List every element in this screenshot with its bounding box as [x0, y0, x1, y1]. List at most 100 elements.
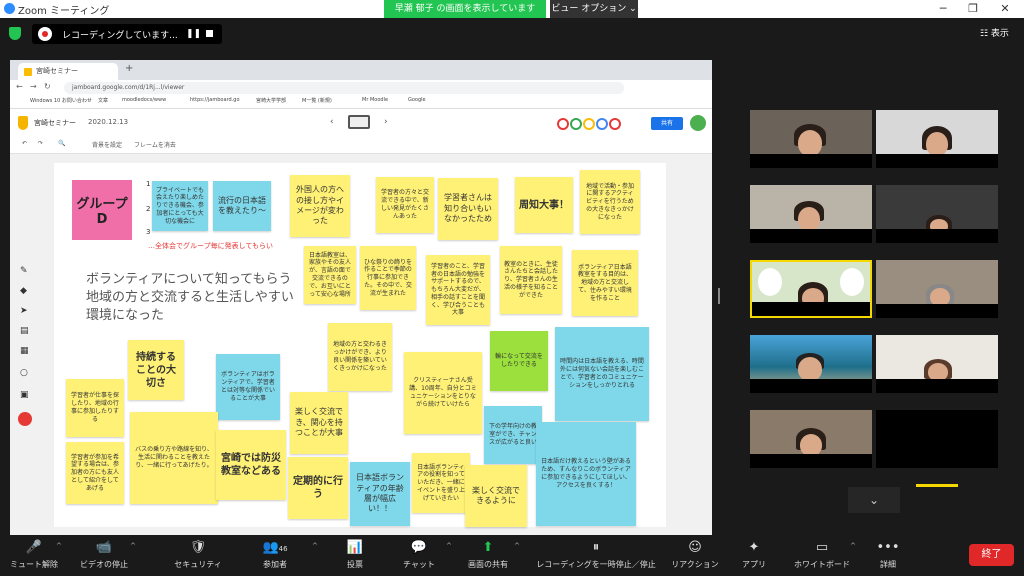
pause-stop-recording-button[interactable]: ⏸ レコーディングを一時停止／停止	[528, 540, 664, 570]
sticky-note[interactable]: バスの乗り方や路線を知り、生活に関わることを教えたり、一緒に行ってあげたり。	[130, 412, 218, 504]
zoom-icon[interactable]: 🔍	[58, 140, 65, 147]
encryption-shield-icon[interactable]	[9, 27, 21, 40]
scroll-participants-down-icon[interactable]: ⌄	[848, 487, 900, 513]
bookmark-item[interactable]: Mr Moodle	[362, 97, 388, 103]
reload-icon[interactable]: ↻	[44, 82, 51, 91]
sticky-note[interactable]: ひな祭りの飾りを作ることで季節の行事に参加できた。その中で、交流が生まれた	[360, 246, 416, 310]
sticky-note[interactable]: 地域で活動・参加に関するアクティビティを行うための大きなきっかけになった	[580, 170, 640, 234]
display-button[interactable]: ☷ 表示	[980, 26, 1009, 39]
sticky-note[interactable]: 下の学年向けの教室ができ、チャンスが広がると良い	[484, 406, 542, 464]
textbox-tool-icon[interactable]: ▣	[20, 390, 29, 400]
account-avatar[interactable]	[690, 115, 706, 131]
image-tool-icon[interactable]: ▦	[20, 346, 29, 356]
sticky-note[interactable]: 時間内は日本語を教える、時間外には何気ない会話を楽しむことで、学習者とのコミュニ…	[555, 327, 649, 421]
set-background-button[interactable]: 背景を設定	[92, 140, 122, 149]
security-button[interactable]: 🛡 セキュリティ	[168, 540, 228, 570]
sticky-note[interactable]: 学習者のこと、学習者の日本語の勉強をサポートするので、もちろん大変だが、相手の話…	[426, 255, 490, 325]
share-screen-button[interactable]: ⬆ 画面の共有	[460, 540, 516, 570]
share-caret-icon[interactable]: ^	[514, 542, 520, 550]
view-options-button[interactable]: ビュー オプション ⌄	[550, 0, 638, 18]
participant-video-tile[interactable]	[750, 185, 872, 243]
participant-video-tile[interactable]	[876, 110, 998, 168]
sticky-note[interactable]: クリスティーナさん受講、10周年、自分とコミュニケーションをとりながら続けていけ…	[404, 352, 482, 434]
select-tool-icon[interactable]: ➤	[20, 306, 28, 316]
whiteboard-button[interactable]: ▭ ホワイトボード	[790, 540, 854, 570]
sticky-note[interactable]: 日本語教室は、家族やその友人が、言語の面で交流できるので、お互いにとって安心な場…	[304, 246, 356, 304]
reactions-button[interactable]: ☺ リアクション	[668, 540, 722, 570]
group-label[interactable]: グループD	[72, 180, 132, 240]
sticky-note[interactable]: 輪になって交流をしたりできる	[490, 331, 548, 391]
eraser-tool-icon[interactable]: ◆	[20, 286, 27, 296]
maximize-button[interactable]: ❐	[958, 0, 988, 18]
chat-button[interactable]: 💬 チャット	[394, 540, 444, 570]
sticky-note[interactable]: 楽しく交流できるように	[465, 465, 527, 527]
next-frame-button[interactable]: ›	[384, 117, 388, 127]
close-window-button[interactable]: ✕	[990, 0, 1020, 18]
sticky-note[interactable]: 日本語ボランティアの年齢層が幅広い！！	[350, 462, 410, 526]
sticky-note[interactable]: 日本語ボランティアの役割を知っていただき、一緒にイベントを盛り上げていきたい	[412, 453, 470, 513]
bookmark-item[interactable]: moodledocs/www	[122, 97, 166, 103]
jamboard-title[interactable]: 宮崎セミナー	[34, 118, 76, 128]
participant-video-tile[interactable]	[750, 410, 872, 468]
participant-video-tile[interactable]	[750, 335, 872, 393]
stop-video-button[interactable]: 📹 ビデオの停止	[72, 540, 136, 570]
bookmark-item[interactable]: Windows 10 お問い合わせ	[30, 97, 92, 104]
browser-tab[interactable]: 宮崎セミナー 2020.12.13 - Goo	[18, 63, 118, 92]
end-meeting-button[interactable]: 終了	[969, 544, 1014, 566]
clear-frame-button[interactable]: フレームを消去	[134, 140, 176, 149]
bookmark-item[interactable]: 宮崎大学学部	[256, 97, 286, 104]
new-tab-button[interactable]: +	[125, 63, 133, 74]
participant-video-tile[interactable]	[750, 110, 872, 168]
forward-icon[interactable]: →	[30, 82, 37, 91]
sticky-note[interactable]: 教室のときに、生徒さんたちと会話したり、学習者さんの生活の様子を知ることができた	[500, 246, 562, 314]
active-speaker-video-tile[interactable]	[750, 260, 872, 318]
participant-video-tile[interactable]	[876, 335, 998, 393]
mute-button[interactable]: 🎤 ミュート解除	[6, 540, 62, 570]
participants-button[interactable]: 👥46 参加者	[246, 540, 304, 570]
pause-recording-button[interactable]: ❚❚	[186, 29, 201, 39]
minimize-button[interactable]: ─	[928, 0, 958, 18]
sticky-note[interactable]: 流行の日本語を教えたり〜	[213, 181, 271, 231]
more-button[interactable]: ••• 詳細	[868, 540, 908, 570]
redo-icon[interactable]: ↷	[38, 140, 43, 147]
sticky-note[interactable]: プライベートでも会えたり楽しめたりできる機会、参加者にとっても大切な機会に	[152, 181, 208, 231]
undo-icon[interactable]: ↶	[22, 140, 27, 147]
frame-thumbnail[interactable]	[348, 115, 370, 129]
sticky-note[interactable]: 定期的に行う	[288, 457, 348, 519]
apps-button[interactable]: ✦ アプリ	[734, 540, 774, 570]
sticky-note[interactable]: ボランティア日本語教室をする目的は、地域の方と交流して、住みやすい環境を作ること	[572, 250, 638, 316]
pen-tool-icon[interactable]: ✎	[20, 266, 28, 276]
board-text-line[interactable]: ボランティアについて知ってもらう	[86, 268, 292, 287]
previous-frame-button[interactable]: ‹	[330, 117, 334, 127]
sticky-note[interactable]: 楽しく交流でき、関心を持つことが大事	[290, 392, 348, 454]
audio-options-caret-icon[interactable]: ^	[56, 542, 62, 550]
share-button[interactable]: 共有	[651, 117, 683, 130]
sticky-note-tool-icon[interactable]: ▤	[20, 326, 29, 336]
bookmark-item[interactable]: 文章	[98, 97, 108, 104]
participant-video-tile[interactable]	[876, 410, 998, 468]
sticky-note[interactable]: 学習者さんは知り合いもいなかったため	[438, 178, 498, 240]
back-icon[interactable]: ←	[16, 82, 23, 91]
sticky-note[interactable]: 学習者が参加を希望する場合は、参加者の方にも友人として紹介をしてあげる	[66, 442, 124, 504]
polls-button[interactable]: 📊 投票	[330, 540, 380, 570]
participants-caret-icon[interactable]: ^	[312, 542, 318, 550]
stop-recording-button[interactable]	[206, 30, 213, 37]
bookmark-item[interactable]: Google	[408, 97, 426, 103]
url-field[interactable]: jamboard.google.com/d/1Rj...l/viewer	[64, 82, 624, 94]
bookmark-item[interactable]: M一覧 (新規)	[302, 97, 332, 104]
participant-video-tile[interactable]	[876, 185, 998, 243]
participant-video-tile[interactable]	[876, 260, 998, 318]
sticky-note[interactable]: 周知大事！	[515, 177, 573, 233]
board-text-line[interactable]: 地域の方と交流すると生活しやすい	[86, 286, 294, 305]
laser-tool-icon[interactable]	[18, 412, 32, 426]
sticky-note[interactable]: ボランティアはボランティアで、学習者とは対等な関係でいることが大事	[216, 354, 280, 420]
chat-caret-icon[interactable]: ^	[446, 542, 452, 550]
sticky-note[interactable]: 外国人の方への接し方やイメージが変わった	[290, 175, 350, 237]
bookmark-item[interactable]: https://jamboard.go	[190, 97, 240, 103]
sticky-note[interactable]: 宮崎では防災教室などある	[216, 430, 286, 500]
whiteboard-caret-icon[interactable]: ^	[850, 542, 856, 550]
sticky-note[interactable]: 持続することの大切さ	[128, 340, 184, 400]
sticky-note[interactable]: 地域の方と交わるきっかけができ、より良い関係を築いていくきっかけになった	[328, 323, 392, 391]
panel-resize-handle[interactable]	[718, 288, 720, 304]
sticky-note[interactable]: 学習者の方々と交流できる中で、新しい発見がたくさんあった	[376, 177, 434, 233]
